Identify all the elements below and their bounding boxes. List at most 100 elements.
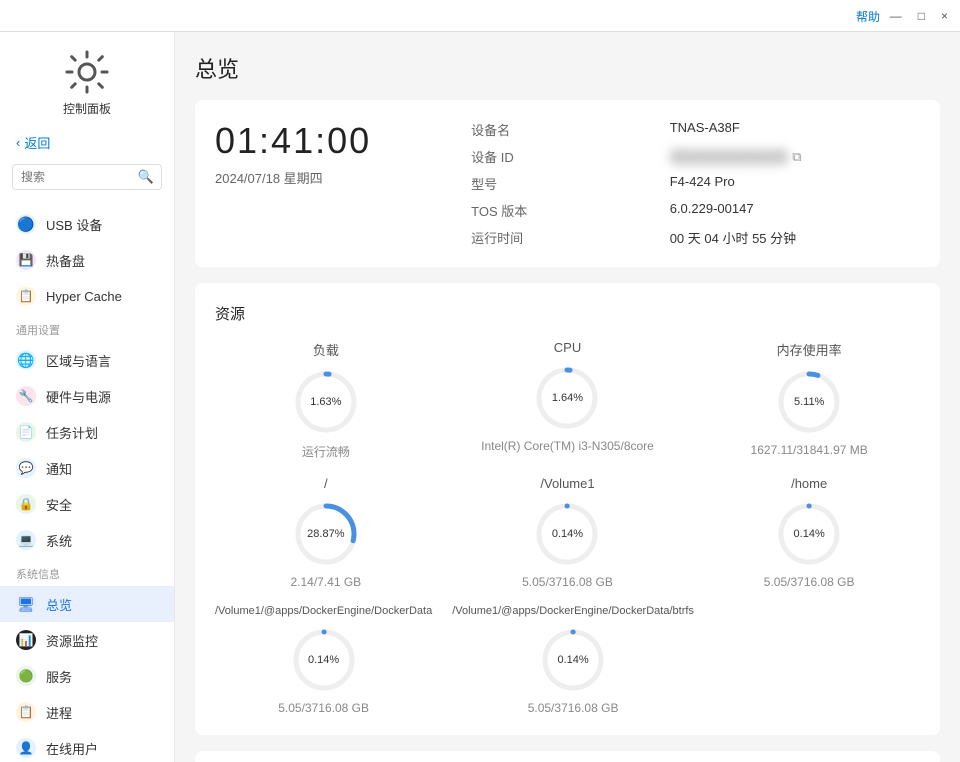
sidebar-item-usb[interactable]: 🔵 USB 设备	[0, 206, 174, 242]
search-icon: 🔍	[138, 169, 154, 185]
sidebar-item-hardware-power[interactable]: 🔧 硬件与电源	[0, 378, 174, 414]
gear-icon	[63, 48, 111, 96]
sidebar-item-hotdisk[interactable]: 💾 热备盘	[0, 242, 174, 278]
disk-docker-detail: 5.05/3716.08 GB	[278, 701, 369, 715]
general-settings-label: 通用设置	[0, 314, 174, 342]
sidebar-item-system[interactable]: 💻 系统	[0, 522, 174, 558]
disk-vol1-gauge: 0.14%	[532, 499, 602, 569]
mem-gauge: 5.11%	[774, 367, 844, 437]
model-value: F4-424 Pro	[670, 174, 920, 193]
region-icon: 🌐	[16, 350, 36, 370]
notify-icon: 💬	[16, 458, 36, 478]
cpu-gauge-item: CPU 1.64% Intel(R) Core(TM) i3-N305/8cor…	[457, 340, 679, 460]
close-button[interactable]: ×	[941, 9, 948, 23]
date-display: 2024/07/18 星期四	[215, 168, 371, 187]
sysinfo-label: 系统信息	[0, 558, 174, 586]
hotdisk-icon: 💾	[16, 250, 36, 270]
disk-btrfs-value: 0.14%	[557, 654, 588, 666]
back-label: 返回	[24, 133, 50, 152]
disk-root-value: 28.87%	[307, 528, 344, 540]
sidebar-item-label: 总览	[46, 595, 72, 614]
disk-vol1-value: 0.14%	[552, 528, 583, 540]
sidebar-item-label: 进程	[46, 703, 72, 722]
sidebar-item-resource-monitor[interactable]: 📊 资源监控	[0, 622, 174, 658]
security-icon: 🔒	[16, 494, 36, 514]
sidebar-back-button[interactable]: ‹ 返回	[0, 125, 174, 160]
schedule-icon: 📄	[16, 422, 36, 442]
system-icon: 💻	[16, 530, 36, 550]
resource-icon: 📊	[16, 630, 36, 650]
disk-docker-value: 0.14%	[308, 654, 339, 666]
sidebar-item-label: 系统	[46, 531, 72, 550]
service-icon: 🟢	[16, 666, 36, 686]
device-id-label: 设备 ID	[471, 147, 646, 166]
sidebar-item-label: 资源监控	[46, 631, 98, 650]
disk-btrfs-path: /Volume1/@apps/DockerEngine/DockerData/b…	[452, 605, 694, 617]
mem-value: 5.11%	[794, 396, 824, 408]
disk-root-path: /	[324, 476, 328, 491]
disk-row-1: / 28.87% 2.14/7.41 GB /Volume1	[215, 476, 920, 589]
process-icon: 📋	[16, 702, 36, 722]
sidebar-app-title: 控制面板	[63, 100, 111, 117]
info-card: 01:41:00 2024/07/18 星期四 设备名 TNAS-A38F 设备…	[195, 100, 940, 267]
maximize-button[interactable]: □	[918, 9, 925, 23]
model-label: 型号	[471, 174, 646, 193]
load-label: 负载	[313, 340, 339, 359]
resource-section-title: 资源	[215, 303, 920, 324]
load-value: 1.63%	[310, 396, 341, 408]
disk-docker-item: /Volume1/@apps/DockerEngine/DockerData 0…	[215, 605, 432, 715]
sidebar-item-label: USB 设备	[46, 215, 102, 234]
sidebar-search[interactable]: 🔍	[12, 164, 162, 190]
overview-icon: 🖥	[16, 594, 36, 614]
sidebar-item-label: 硬件与电源	[46, 387, 111, 406]
back-arrow-icon: ‹	[16, 135, 20, 150]
main-content: 总览 01:41:00 2024/07/18 星期四 设备名 TNAS-A38F…	[175, 32, 960, 762]
disk-root-detail: 2.14/7.41 GB	[290, 575, 361, 589]
disk-btrfs-gauge: 0.14%	[538, 625, 608, 695]
mem-detail: 1627.11/31841.97 MB	[751, 443, 868, 457]
sidebar-item-notify[interactable]: 💬 通知	[0, 450, 174, 486]
uptime-label: 运行时间	[471, 228, 646, 247]
sidebar-item-label: 任务计划	[46, 423, 98, 442]
device-id-value: ████████████	[670, 149, 789, 164]
mem-gauge-item: 内存使用率 5.11% 1627.11/31841.97 MB	[698, 340, 920, 460]
load-gauge-item: 负载 1.63% 运行流畅	[215, 340, 437, 460]
disk-btrfs-detail: 5.05/3716.08 GB	[528, 701, 619, 715]
sidebar-item-service[interactable]: 🟢 服务	[0, 658, 174, 694]
load-status: 运行流畅	[302, 443, 350, 460]
time-section: 01:41:00 2024/07/18 星期四	[215, 120, 371, 187]
uptime-value: 00 天 04 小时 55 分钟	[670, 228, 920, 247]
hardware-card: 硬件 设备温度 44 °C / 111.20 °F CPU 温度	[195, 751, 940, 762]
sidebar-item-security[interactable]: 🔒 安全	[0, 486, 174, 522]
disk-home-gauge: 0.14%	[774, 499, 844, 569]
sidebar-item-overview[interactable]: 🖥 总览	[0, 586, 174, 622]
hypercache-icon: 📋	[16, 286, 36, 306]
time-display: 01:41:00	[215, 120, 371, 162]
cpu-gauge: 1.64%	[532, 363, 602, 433]
sidebar-item-label: 通知	[46, 459, 72, 478]
tos-label: TOS 版本	[471, 201, 646, 220]
device-name-label: 设备名	[471, 120, 646, 139]
help-link[interactable]: 帮助	[856, 8, 880, 25]
load-gauge: 1.63%	[291, 367, 361, 437]
copy-icon[interactable]: ⧉	[792, 149, 801, 165]
sidebar-item-online-users[interactable]: 👤 在线用户	[0, 730, 174, 762]
sidebar-item-label: 热备盘	[46, 251, 85, 270]
sidebar-item-label: 服务	[46, 667, 72, 686]
sidebar-item-schedule[interactable]: 📄 任务计划	[0, 414, 174, 450]
disk-btrfs-item: /Volume1/@apps/DockerEngine/DockerData/b…	[452, 605, 694, 715]
disk-vol1-detail: 5.05/3716.08 GB	[522, 575, 613, 589]
minimize-button[interactable]: —	[890, 9, 902, 23]
disk-root-gauge: 28.87%	[291, 499, 361, 569]
sidebar-item-process[interactable]: 📋 进程	[0, 694, 174, 730]
disk-home-detail: 5.05/3716.08 GB	[764, 575, 855, 589]
sidebar-item-label: 安全	[46, 495, 72, 514]
device-name-value: TNAS-A38F	[670, 120, 920, 139]
titlebar: 帮助 — □ ×	[0, 0, 960, 32]
disk-home-path: /home	[791, 476, 827, 491]
sidebar-item-region[interactable]: 🌐 区域与语言	[0, 342, 174, 378]
sidebar-item-hypercache[interactable]: 📋 Hyper Cache	[0, 278, 174, 314]
online-users-icon: 👤	[16, 738, 36, 758]
tos-value: 6.0.229-00147	[670, 201, 920, 220]
disk-docker-gauge: 0.14%	[289, 625, 359, 695]
